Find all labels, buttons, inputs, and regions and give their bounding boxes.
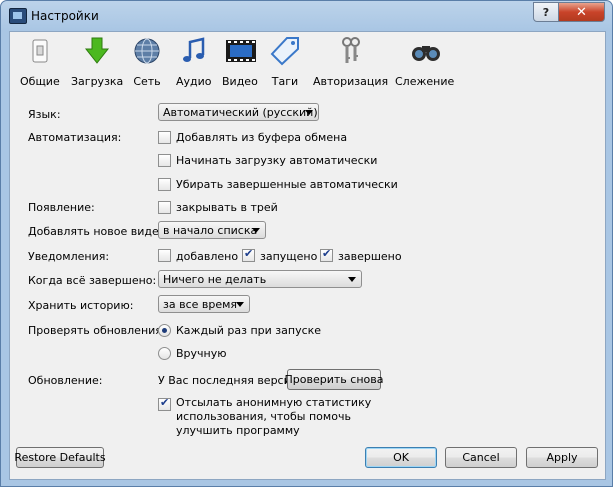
autostart-checkbox[interactable] [158,154,171,167]
when-done-dropdown[interactable]: Ничего не делать [158,270,362,288]
update-on-start-radio[interactable] [158,324,171,337]
history-label: Хранить историю: [28,299,134,312]
tab-label: Общие [20,75,60,88]
stats-option-text: Отсылать анонимную статистику использова… [176,396,371,438]
automation-label: Автоматизация: [28,131,122,144]
add-video-dropdown[interactable]: в начало списка [158,221,266,239]
stats-checkbox[interactable] [158,396,171,411]
chevron-down-icon [252,228,260,233]
tab-label: Аудио [176,75,212,88]
settings-panel: Общие Загрузка Сеть Аудио Видео Таги Авт… [9,31,606,480]
tab-authorization[interactable]: Авторизация [313,36,388,88]
tab-video[interactable]: Видео [222,36,258,88]
tab-network[interactable]: Сеть [132,36,162,88]
autostart-option-text: Начинать загрузку автоматически [176,154,378,167]
notify-started-checkbox[interactable] [242,247,255,262]
autoremove-option-text: Убирать завершенные автоматически [176,178,398,191]
apply-button[interactable]: Apply [526,447,598,468]
autoremove-checkbox[interactable] [158,178,171,191]
tab-label: Таги [271,75,299,88]
add-video-label: Добавлять новое видео: [28,225,170,238]
ok-button[interactable]: OK [365,447,437,468]
tag-icon [270,36,300,66]
tab-label: Авторизация [313,75,389,88]
when-done-label: Когда всё завершено: [28,274,157,287]
cancel-button[interactable]: Cancel [445,447,517,468]
tab-download[interactable]: Загрузка [71,36,123,88]
stats-line: Отсылать анонимную статистику [176,396,372,409]
music-note-icon [179,36,209,66]
history-dropdown[interactable]: за все время [158,295,250,313]
notifications-label: Уведомления: [28,250,110,263]
keys-icon [336,36,366,66]
update-status: У Вас последняя версия [158,374,298,387]
notify-added-checkbox[interactable] [158,249,171,262]
check-updates-label: Проверять обновления: [28,324,166,337]
tab-label: Видео [222,75,258,88]
language-label: Язык: [28,108,61,121]
update-on-start-text: Каждый раз при запуске [176,324,322,337]
language-value: Автоматический (русский) [163,106,318,119]
update-manual-radio[interactable] [158,347,171,360]
settings-window: Настройки ? ✕ Общие Загрузка Сеть Аудио … [0,0,613,487]
tray-option-text: закрывать в трей [176,201,278,214]
tab-general[interactable]: Общие [20,36,60,88]
tab-tags[interactable]: Таги [270,36,300,88]
general-icon [25,36,55,66]
download-arrow-icon [82,36,112,66]
check-again-button[interactable]: Проверить снова [285,369,383,390]
when-done-value: Ничего не делать [163,273,267,286]
notify-added-text: добавлено [176,250,239,263]
category-toolbar: Общие Загрузка Сеть Аудио Видео Таги Авт… [10,32,605,94]
tab-label: Загрузка [71,75,124,88]
film-strip-icon [225,36,256,66]
tab-label: Сеть [133,75,161,88]
network-globe-icon [132,36,162,66]
chevron-down-icon [305,110,313,115]
chevron-down-icon [348,277,356,282]
clipboard-option-text: Добавлять из буфера обмена [176,131,348,144]
window-title: Настройки [31,9,99,23]
tab-label: Слежение [395,75,455,88]
language-dropdown[interactable]: Автоматический (русский) [158,103,319,121]
notify-started-text: запущено [260,250,318,263]
stats-line: улучшить программу [176,424,300,437]
close-button[interactable]: ✕ [558,2,605,22]
history-value: за все время [163,298,238,311]
appearance-label: Появление: [28,201,95,214]
notify-finished-text: завершено [338,250,402,263]
app-icon [9,8,27,24]
tab-tracking[interactable]: Слежение [395,36,454,88]
update-manual-text: Вручную [176,347,227,360]
chevron-down-icon [236,302,244,307]
tray-checkbox[interactable] [158,201,171,214]
title-bar[interactable]: Настройки ? ✕ [1,1,612,31]
binoculars-icon [410,36,440,66]
update-label: Обновление: [28,374,103,387]
tab-audio[interactable]: Аудио [176,36,212,88]
stats-line: использования, чтобы помочь [176,410,351,423]
add-video-value: в начало списка [163,224,258,237]
restore-defaults-button[interactable]: Restore Defaults [14,447,106,468]
notify-finished-checkbox[interactable] [320,247,333,262]
clipboard-checkbox[interactable] [158,131,171,144]
help-button[interactable]: ? [533,2,559,22]
